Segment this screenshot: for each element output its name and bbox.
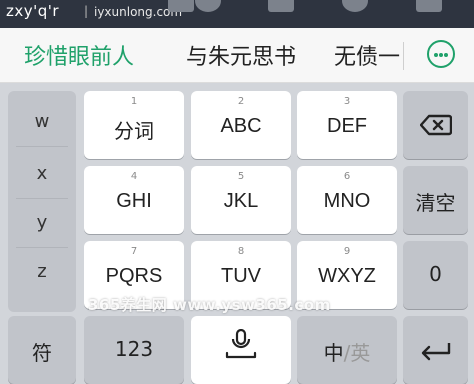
toolbar-icon [168,0,194,12]
number-switch-button[interactable]: 123 [84,316,184,384]
zero-button[interactable]: 0 [403,241,468,309]
candidate-bar: 珍惜眼前人 与朱元思书 无债一 [0,28,474,83]
microphone-icon [225,329,257,359]
toolbar-icon [195,0,221,12]
symbol-button[interactable]: 符 [8,316,76,384]
toolbar-icon [342,0,368,12]
key-1[interactable]: 1 分词 [84,91,184,159]
key-4[interactable]: 4 GHI [84,166,184,234]
key-2[interactable]: 2 ABC [191,91,291,159]
typed-pinyin: zxy'q'r [6,2,60,20]
enter-button[interactable] [403,316,468,384]
toolbar-icon [268,0,294,12]
space-voice-button[interactable] [191,316,291,384]
symbol-item[interactable]: z [8,261,76,282]
symbol-item[interactable]: w [8,111,76,132]
key-8[interactable]: 8 TUV [191,241,291,309]
language-switch-button[interactable]: 中/英 [297,316,397,384]
more-dots-icon[interactable] [427,40,455,68]
key-9[interactable]: 9 WXYZ [297,241,397,309]
enter-icon [421,343,451,361]
toolbar-icon [416,0,442,12]
divider: | [84,4,89,18]
candidate-2[interactable]: 与朱元思书 [186,39,296,71]
key-5[interactable]: 5 JKL [191,166,291,234]
key-6[interactable]: 6 MNO [297,166,397,234]
symbol-column[interactable]: w x y z [8,91,76,312]
clear-button[interactable]: 清空 [403,166,468,234]
key-7[interactable]: 7 PQRS [84,241,184,309]
backspace-button[interactable] [403,91,468,159]
symbol-item[interactable]: x [8,163,76,184]
divider [403,42,404,70]
app-content-strip: zxy'q'r | iyxunlong.com [0,0,474,28]
keyboard: w x y z 1 分词 2 ABC 3 DEF 4 GHI 5 JKL 6 M… [0,83,474,384]
candidate-1[interactable]: 珍惜眼前人 [24,39,134,71]
key-3[interactable]: 3 DEF [297,91,397,159]
symbol-item[interactable]: y [8,212,76,233]
backspace-icon [420,114,452,136]
candidate-3[interactable]: 无债一 [334,39,402,71]
